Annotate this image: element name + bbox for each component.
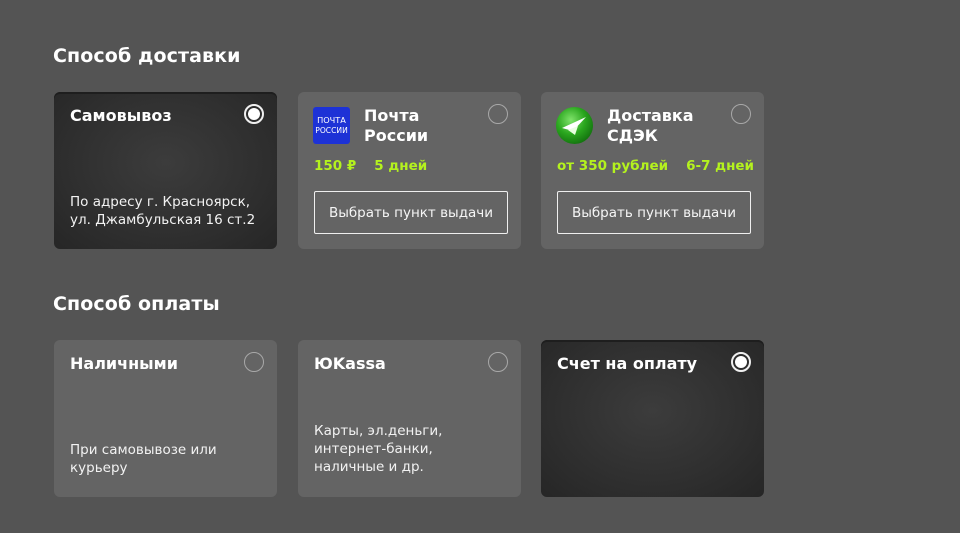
delivery-option-description: По адресу г. Красноярск, ул. Джамбульска… <box>70 194 256 228</box>
payment-section-title: Способ оплаты <box>53 293 220 315</box>
payment-invoice-radio[interactable] <box>731 352 751 372</box>
choose-pickup-point-button[interactable]: Выбрать пункт выдачи <box>314 191 508 234</box>
payment-option-description: При самовывозе или курьеру <box>70 442 217 476</box>
delivery-price: 150 ₽ <box>314 158 357 174</box>
cdek-logo <box>556 107 593 144</box>
delivery-cdek-radio[interactable] <box>731 104 751 124</box>
delivery-duration: 6-7 дней <box>686 158 755 174</box>
payment-option-invoice[interactable]: Счет на оплату <box>541 340 764 497</box>
delivery-option-title: Почта России <box>364 106 429 145</box>
delivery-price: от 350 рублей <box>557 158 669 174</box>
payment-cash-radio[interactable] <box>244 352 264 372</box>
delivery-pickup-radio[interactable] <box>244 104 264 124</box>
delivery-option-cdek[interactable]: Доставка СДЭК от 350 рублей 6-7 дней Выбр… <box>541 92 764 249</box>
delivery-option-title: Самовывоз <box>70 106 172 125</box>
payment-option-description: Карты, эл.деньги, интернет-банки, наличн… <box>314 423 443 475</box>
payment-option-yookassa[interactable]: ЮKassa Карты, эл.деньги, интернет-банки,… <box>298 340 521 497</box>
choose-pickup-point-button[interactable]: Выбрать пункт выдачи <box>557 191 751 234</box>
payment-option-cash[interactable]: Наличными При самовывозе или курьеру <box>54 340 277 497</box>
svg-text:РОССИИ: РОССИИ <box>315 126 348 135</box>
delivery-russian-post-radio[interactable] <box>488 104 508 124</box>
delivery-section-title: Способ доставки <box>53 45 241 67</box>
delivery-option-russian-post[interactable]: ПОЧТА РОССИИ Почта России 150 ₽ 5 дней Вы… <box>298 92 521 249</box>
payment-option-title: Наличными <box>70 354 178 373</box>
delivery-option-pickup[interactable]: Самовывоз По адресу г. Красноярск, ул. Д… <box>54 92 277 249</box>
delivery-duration: 5 дней <box>374 158 428 174</box>
payment-yookassa-radio[interactable] <box>488 352 508 372</box>
pochta-rossii-logo: ПОЧТА РОССИИ <box>313 107 350 144</box>
delivery-meta: от 350 рублей 6-7 дней <box>557 158 754 174</box>
payment-option-title: Счет на оплату <box>557 354 698 373</box>
delivery-option-title: Доставка СДЭК <box>607 106 694 145</box>
payment-option-title: ЮKassa <box>314 354 386 373</box>
svg-text:ПОЧТА: ПОЧТА <box>317 115 346 125</box>
delivery-meta: 150 ₽ 5 дней <box>314 158 427 174</box>
